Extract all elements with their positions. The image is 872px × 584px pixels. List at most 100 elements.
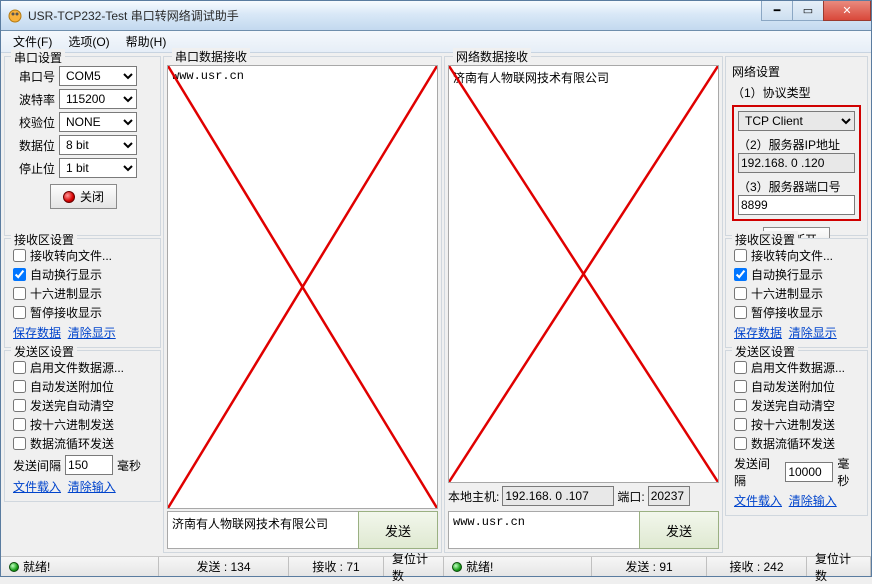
recv-opts-title: 接收区设置 xyxy=(11,231,77,248)
net-settings-group: 网络设置 （1）协议类型 TCP Client （2）服务器IP地址 （3）服务… xyxy=(725,56,868,236)
status-led-icon xyxy=(452,562,462,572)
serial-title: 串口设置 xyxy=(11,49,65,66)
serial-recv-box[interactable]: www.usr.cn xyxy=(167,65,438,509)
net-recv-box[interactable]: 济南有人物联网技术有限公司 xyxy=(448,65,719,483)
interval-input-r[interactable] xyxy=(785,462,833,482)
recv-tofile-check-r[interactable]: 接收转向文件... xyxy=(734,247,861,264)
file-load-link-r[interactable]: 文件载入 xyxy=(734,494,782,508)
status-send-l: 发送 : 134 xyxy=(159,557,289,576)
send-loop-check[interactable]: 数据流循环发送 xyxy=(13,435,154,452)
baud-select[interactable]: 115200 xyxy=(59,89,137,109)
serial-recv-text: www.usr.cn xyxy=(172,69,244,83)
interval-input[interactable] xyxy=(65,455,113,475)
server-port-input[interactable] xyxy=(738,195,855,215)
port-label: 端口: xyxy=(617,488,644,505)
host-label: 本地主机: xyxy=(448,488,499,505)
interval-label: 发送间隔 xyxy=(13,457,61,474)
proto-label: （1）协议类型 xyxy=(732,84,861,101)
titlebar[interactable]: USR-TCP232-Test 串口转网络调试助手 ━ ▭ ✕ xyxy=(1,1,871,31)
send-fromfile-check[interactable]: 启用文件数据源... xyxy=(13,359,154,376)
app-icon xyxy=(7,8,23,24)
close-button[interactable]: ✕ xyxy=(823,1,871,21)
serial-recv-title: 串口数据接收 xyxy=(172,48,250,65)
clear-input-link-r[interactable]: 清除输入 xyxy=(789,494,837,508)
com-port-select[interactable]: COM5 xyxy=(59,66,137,86)
local-port-input[interactable] xyxy=(648,486,690,506)
send-clearafter-check[interactable]: 发送完自动清空 xyxy=(13,397,154,414)
status-recv-l: 接收 : 71 xyxy=(289,557,384,576)
file-load-link[interactable]: 文件载入 xyxy=(13,480,61,494)
server-ip-input[interactable] xyxy=(738,153,855,173)
send-hex-check-r[interactable]: 按十六进制发送 xyxy=(734,416,861,433)
serial-send-input[interactable] xyxy=(167,511,359,549)
send-opts-right: 发送区设置 启用文件数据源... 自动发送附加位 发送完自动清空 按十六进制发送… xyxy=(725,350,868,516)
status-send-r: 发送 : 91 xyxy=(592,557,707,576)
host-input[interactable] xyxy=(502,486,614,506)
reset-count-l[interactable]: 复位计数 xyxy=(384,557,444,576)
minimize-button[interactable]: ━ xyxy=(761,1,793,21)
maximize-button[interactable]: ▭ xyxy=(792,1,824,21)
app-window: USR-TCP232-Test 串口转网络调试助手 ━ ▭ ✕ 文件(F) 选项… xyxy=(0,0,872,577)
menu-help[interactable]: 帮助(H) xyxy=(118,31,175,52)
send-opts-title: 发送区设置 xyxy=(11,343,77,360)
window-title: USR-TCP232-Test 串口转网络调试助手 xyxy=(28,7,762,24)
net-recv-panel: 网络数据接收 济南有人物联网技术有限公司 本地主机: 端口: 发送 xyxy=(444,56,723,553)
ms-label: 毫秒 xyxy=(117,457,141,474)
stop-label: 停止位 xyxy=(13,160,55,177)
send-hex-check[interactable]: 按十六进制发送 xyxy=(13,416,154,433)
send-clearafter-check-r[interactable]: 发送完自动清空 xyxy=(734,397,861,414)
status-ready-r: 就绪! xyxy=(466,558,493,575)
net-send-button[interactable]: 发送 xyxy=(639,511,719,549)
recv-tofile-check[interactable]: 接收转向文件... xyxy=(13,247,154,264)
recv-pause-check-r[interactable]: 暂停接收显示 xyxy=(734,304,861,321)
recv-opts-right: 接收区设置 接收转向文件... 自动换行显示 十六进制显示 暂停接收显示 保存数… xyxy=(725,238,868,348)
send-fromfile-check-r[interactable]: 启用文件数据源... xyxy=(734,359,861,376)
parity-label: 校验位 xyxy=(13,114,55,131)
net-recv-title: 网络数据接收 xyxy=(453,48,531,65)
interval-label-r: 发送间隔 xyxy=(734,455,781,489)
parity-select[interactable]: NONE xyxy=(59,112,137,132)
send-loop-check-r[interactable]: 数据流循环发送 xyxy=(734,435,861,452)
net-highlight-box: TCP Client （2）服务器IP地址 （3）服务器端口号 xyxy=(732,105,861,221)
server-port-label: （3）服务器端口号 xyxy=(738,178,855,195)
serial-settings-group: 串口设置 串口号COM5 波特率115200 校验位NONE 数据位8 bit … xyxy=(4,56,161,236)
menu-options[interactable]: 选项(O) xyxy=(60,31,117,52)
recv-hex-check-r[interactable]: 十六进制显示 xyxy=(734,285,861,302)
clear-disp-link-r[interactable]: 清除显示 xyxy=(789,326,837,340)
serial-recv-panel: 串口数据接收 www.usr.cn 发送 xyxy=(163,56,442,553)
stopbits-select[interactable]: 1 bit xyxy=(59,158,137,178)
clear-input-link[interactable]: 清除输入 xyxy=(68,480,116,494)
save-data-link[interactable]: 保存数据 xyxy=(13,326,61,340)
status-ready-l: 就绪! xyxy=(23,558,50,575)
reset-count-r[interactable]: 复位计数 xyxy=(807,557,871,576)
data-label: 数据位 xyxy=(13,137,55,154)
ms-label-r: 毫秒 xyxy=(837,455,861,489)
status-led-icon xyxy=(9,562,19,572)
net-recv-text: 济南有人物联网技术有限公司 xyxy=(453,72,609,86)
net-title: 网络设置 xyxy=(732,63,861,80)
clear-disp-link[interactable]: 清除显示 xyxy=(68,326,116,340)
port-label: 串口号 xyxy=(13,68,55,85)
recv-hex-check[interactable]: 十六进制显示 xyxy=(13,285,154,302)
recv-wrap-check-r[interactable]: 自动换行显示 xyxy=(734,266,861,283)
menubar: 文件(F) 选项(O) 帮助(H) xyxy=(1,31,871,53)
databits-select[interactable]: 8 bit xyxy=(59,135,137,155)
recv-opts-left: 接收区设置 接收转向文件... 自动换行显示 十六进制显示 暂停接收显示 保存数… xyxy=(4,238,161,348)
statusbar: 就绪! 发送 : 134 接收 : 71 复位计数 就绪! 发送 : 91 接收… xyxy=(1,556,871,576)
led-icon xyxy=(63,191,75,203)
server-ip-label: （2）服务器IP地址 xyxy=(738,136,855,153)
recv-pause-check[interactable]: 暂停接收显示 xyxy=(13,304,154,321)
send-opts-title-r: 发送区设置 xyxy=(732,343,798,360)
recv-wrap-check[interactable]: 自动换行显示 xyxy=(13,266,154,283)
status-recv-r: 接收 : 242 xyxy=(707,557,807,576)
baud-label: 波特率 xyxy=(13,91,55,108)
send-suffix-check[interactable]: 自动发送附加位 xyxy=(13,378,154,395)
save-data-link-r[interactable]: 保存数据 xyxy=(734,326,782,340)
serial-send-button[interactable]: 发送 xyxy=(358,511,438,549)
recv-opts-title-r: 接收区设置 xyxy=(732,231,798,248)
net-send-input[interactable] xyxy=(448,511,640,549)
send-suffix-check-r[interactable]: 自动发送附加位 xyxy=(734,378,861,395)
send-opts-left: 发送区设置 启用文件数据源... 自动发送附加位 发送完自动清空 按十六进制发送… xyxy=(4,350,161,502)
protocol-select[interactable]: TCP Client xyxy=(738,111,855,131)
serial-close-button[interactable]: 关闭 xyxy=(50,184,117,209)
